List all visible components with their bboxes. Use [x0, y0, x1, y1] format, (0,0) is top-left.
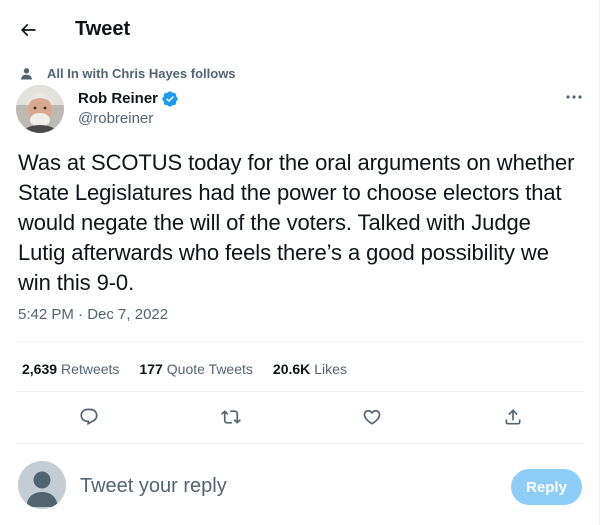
tweet-page: Tweet All In with Chris Hayes follows Ro…: [0, 0, 600, 525]
social-context[interactable]: All In with Chris Hayes follows: [20, 64, 236, 82]
tweet-stats: 2,639 Retweets 177 Quote Tweets 20.6K Li…: [22, 359, 367, 379]
like-button[interactable]: [354, 399, 390, 435]
author-handle[interactable]: @robreiner: [78, 109, 153, 128]
retweet-button[interactable]: [213, 399, 249, 435]
retweets-stat[interactable]: 2,639 Retweets: [22, 361, 119, 377]
default-avatar-icon: [18, 461, 66, 509]
tweet-text: Was at SCOTUS today for the oral argumen…: [18, 150, 575, 295]
like-icon: [363, 409, 381, 425]
more-dots-icon: [566, 95, 582, 99]
tweet-timestamp[interactable]: 5:42 PM · Dec 7, 2022: [18, 305, 168, 325]
divider: [16, 443, 584, 444]
page-header: Tweet: [0, 0, 599, 58]
more-options-button[interactable]: [559, 86, 589, 108]
reply-button[interactable]: [71, 399, 107, 435]
retweet-icon: [221, 410, 241, 424]
share-icon: [505, 409, 521, 425]
quote-tweets-label: Quote Tweets: [166, 361, 253, 377]
retweets-count: 2,639: [22, 361, 58, 377]
reply-input[interactable]: [80, 472, 480, 500]
likes-count: 20.6K: [272, 361, 311, 377]
avatar-photo: [16, 85, 64, 133]
divider: [16, 341, 584, 342]
quote-tweets-count: 177: [139, 361, 163, 377]
current-user-avatar[interactable]: [18, 461, 66, 509]
author-name: Rob Reiner: [78, 90, 159, 107]
social-context-text: All In with Chris Hayes follows: [47, 65, 236, 81]
arrow-left-icon: [20, 23, 36, 37]
likes-label: Likes: [314, 361, 347, 377]
share-button[interactable]: [495, 399, 531, 435]
reply-icon: [80, 408, 98, 426]
quote-tweets-stat[interactable]: 177 Quote Tweets: [139, 361, 253, 377]
likes-stat[interactable]: 20.6K Likes: [273, 361, 347, 377]
retweets-label: Retweets: [61, 361, 120, 377]
meta-separator: ·: [78, 306, 84, 323]
divider: [16, 391, 584, 392]
verified-badge-icon: [162, 90, 178, 107]
tweet-time[interactable]: 5:42 PM: [18, 306, 74, 323]
tweet-actions: [0, 399, 600, 435]
back-button[interactable]: [10, 12, 46, 48]
author-name-row[interactable]: Rob Reiner: [78, 89, 179, 108]
tweet-date[interactable]: Dec 7, 2022: [87, 306, 168, 323]
reply-submit-button[interactable]: Reply: [511, 469, 582, 505]
person-icon: [21, 67, 32, 79]
page-title: Tweet: [75, 18, 131, 40]
author-avatar[interactable]: [16, 85, 64, 133]
